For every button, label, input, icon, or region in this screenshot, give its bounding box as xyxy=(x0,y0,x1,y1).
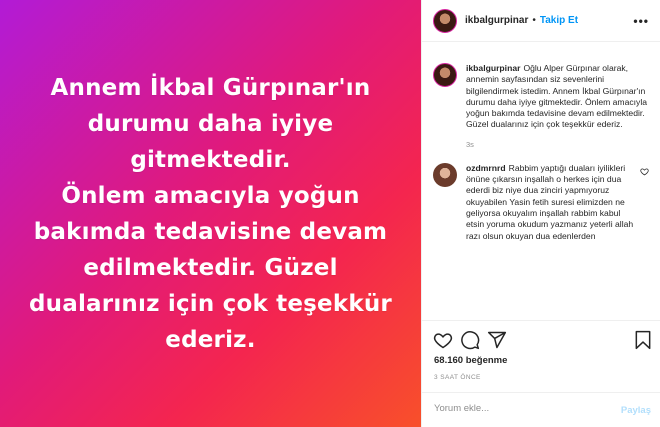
comment-text: Rabbim yaptığı duaları iyilikleri önüne … xyxy=(466,162,634,241)
commenter-username[interactable]: ozdmrnrd xyxy=(466,163,506,173)
post-image: Annem İkbal Gürpınar'ın durumu daha iyiy… xyxy=(0,0,421,427)
post-time-ago[interactable]: 3 SAAT ÖNCE xyxy=(434,374,481,381)
caption-text-block: ikbalgurpinar Oğlu Alper Gürpınar olarak,… xyxy=(466,63,649,131)
share-icon[interactable] xyxy=(487,330,507,350)
bookmark-icon[interactable] xyxy=(633,330,653,350)
separator-dot: • xyxy=(532,15,536,26)
post-header: ikbalgurpinar • Takip Et ••• xyxy=(422,0,660,42)
comments-list[interactable]: ikbalgurpinar Oğlu Alper Gürpınar olarak,… xyxy=(422,43,660,317)
post-side-panel: ikbalgurpinar • Takip Et ••• ikbalgurpin… xyxy=(421,0,660,427)
comment-input[interactable] xyxy=(434,403,614,414)
add-comment-bar: Paylaş xyxy=(422,392,660,427)
caption-time[interactable]: 3s xyxy=(466,140,649,149)
author-username[interactable]: ikbalgurpinar xyxy=(465,15,528,26)
post-image-text: Annem İkbal Gürpınar'ın durumu daha iyiy… xyxy=(29,74,392,353)
comment-icon[interactable] xyxy=(460,330,480,350)
author-avatar[interactable] xyxy=(433,8,457,33)
caption-username[interactable]: ikbalgurpinar xyxy=(466,63,520,73)
caption-avatar[interactable] xyxy=(433,63,457,87)
comment-like-icon[interactable] xyxy=(640,167,649,176)
comment-text-block: ozdmrnrd Rabbim yaptığı duaları iyilikler… xyxy=(466,163,649,242)
commenter-avatar[interactable] xyxy=(433,162,457,187)
action-bar xyxy=(422,320,660,358)
heart-icon[interactable] xyxy=(433,330,453,350)
list-item: ozdmrnrd Rabbim yaptığı duaları iyilikler… xyxy=(422,162,660,242)
likes-count[interactable]: 68.160 beğenme xyxy=(434,355,507,366)
post-comment-button[interactable]: Paylaş xyxy=(621,405,651,416)
caption-comment: ikbalgurpinar Oğlu Alper Gürpınar olarak,… xyxy=(422,63,660,149)
follow-button[interactable]: Takip Et xyxy=(540,15,578,26)
more-options-icon[interactable]: ••• xyxy=(633,14,649,28)
